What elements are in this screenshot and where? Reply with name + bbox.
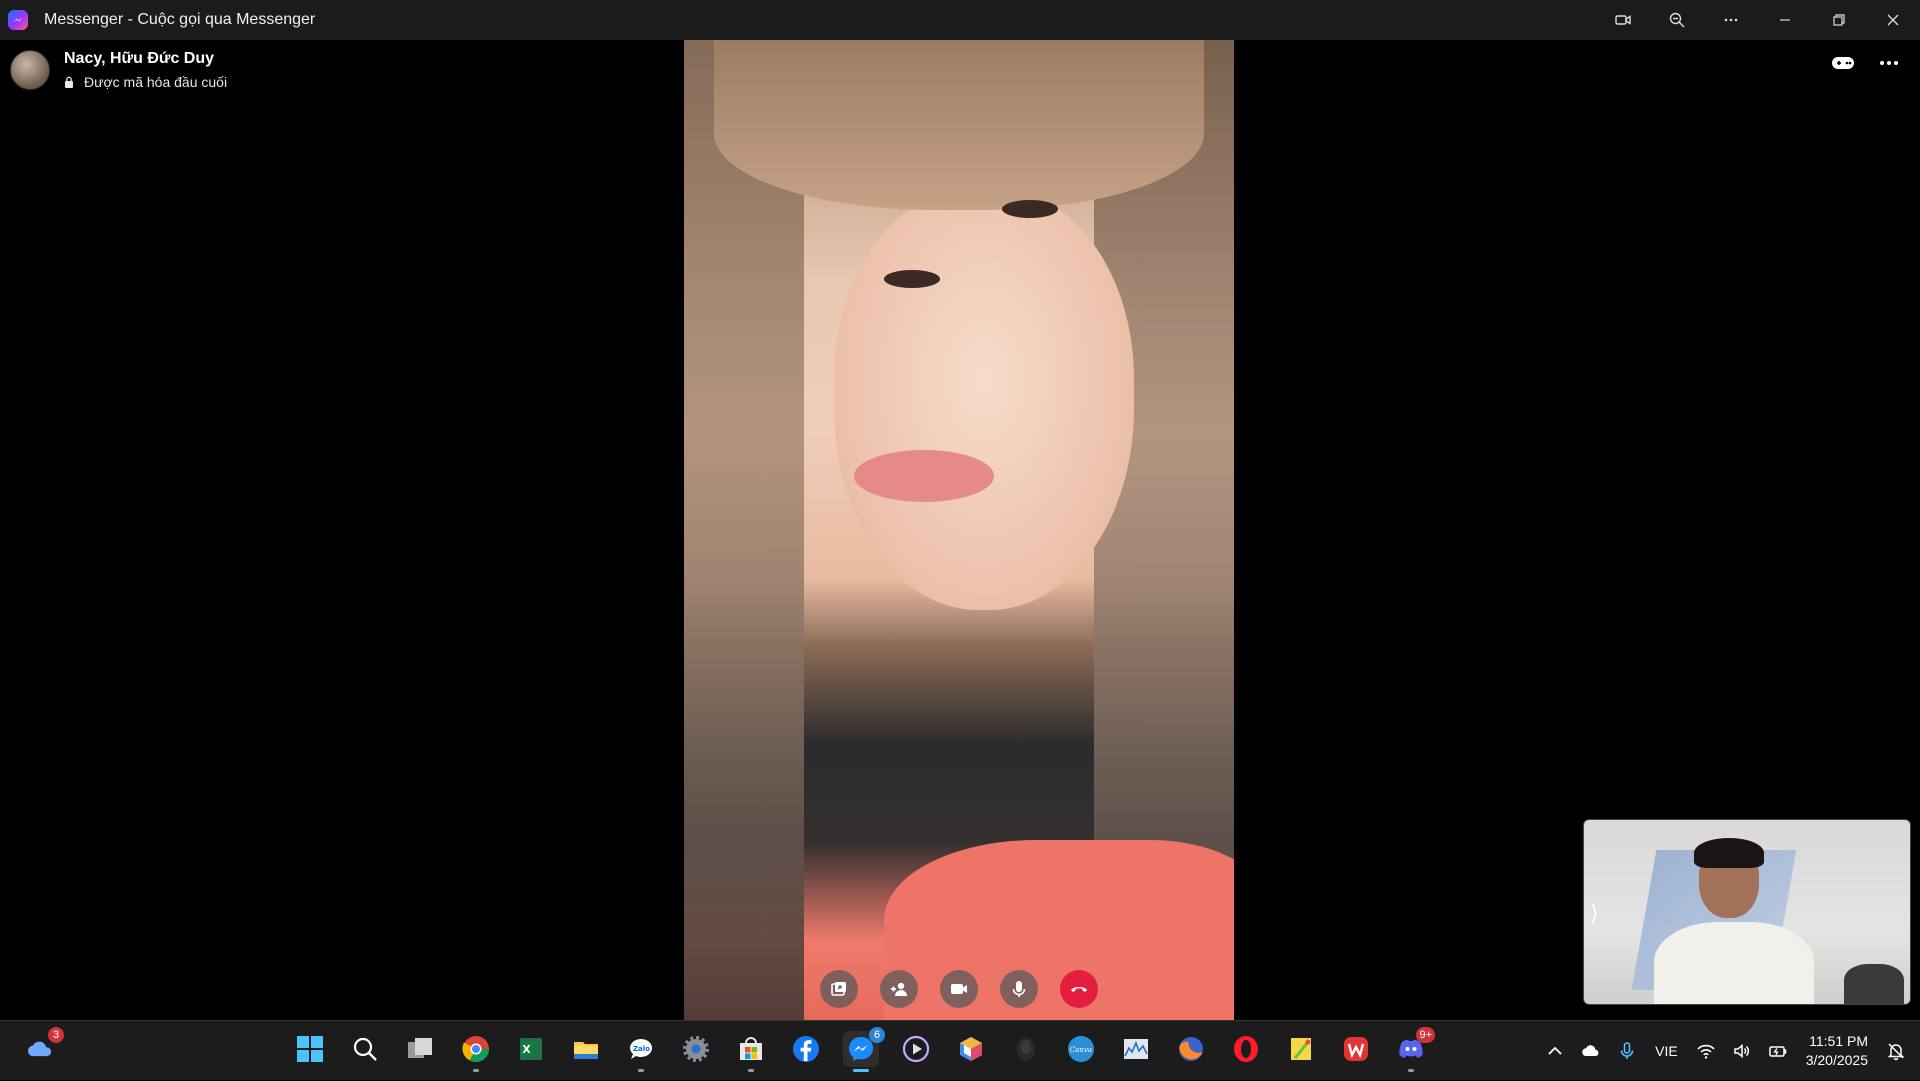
zalo-icon: Zalo (630, 1038, 652, 1059)
share-screen-button[interactable] (820, 970, 858, 1008)
chrome-taskbar-icon[interactable] (458, 1031, 494, 1072)
excel-taskbar-icon[interactable]: X (513, 1031, 549, 1067)
more-options-icon[interactable] (1704, 0, 1758, 40)
camera-button[interactable] (940, 970, 978, 1008)
firefox-taskbar-icon[interactable] (1173, 1031, 1209, 1067)
settings-taskbar-icon[interactable] (678, 1031, 714, 1067)
play-icon (902, 1035, 930, 1063)
store-icon (740, 1037, 762, 1060)
excel-icon: X (520, 1038, 542, 1060)
screen-share-icon (831, 982, 846, 996)
caller-name: Nacy, Hữu Đức Duy (64, 50, 215, 67)
video-camera-icon[interactable] (1596, 0, 1650, 40)
restore-button[interactable] (1812, 0, 1866, 40)
onedrive-icon[interactable] (1581, 1041, 1601, 1061)
notification-badge: 6 (869, 1027, 885, 1043)
discord-taskbar-icon[interactable]: 9+ (1393, 1027, 1435, 1072)
notification-bell-icon[interactable] (1886, 1041, 1906, 1061)
svg-text:Canva: Canva (1070, 1046, 1092, 1054)
clock-time: 11:51 PM (1809, 1033, 1868, 1049)
chevron-up-icon[interactable] (1545, 1041, 1565, 1061)
call-area: Nacy, Hữu Đức Duy Được mã hóa đầu cuối ⟩ (0, 40, 1920, 1020)
canva-taskbar-icon[interactable]: Canva (1063, 1031, 1099, 1067)
task-view-button[interactable] (402, 1031, 438, 1067)
phone-hangup-icon (1071, 987, 1087, 992)
windows-start-button[interactable] (292, 1031, 328, 1067)
app-icon (1017, 1037, 1035, 1061)
notification-badge: 9+ (1416, 1027, 1435, 1043)
end-call-button[interactable] (1060, 970, 1098, 1008)
microphone-icon (1012, 981, 1026, 997)
encryption-status: Được mã hóa đầu cuối (84, 74, 228, 90)
task-view-icon (408, 1038, 432, 1058)
add-person-icon (891, 982, 907, 996)
microphone-button[interactable] (1000, 970, 1038, 1008)
windows-logo-icon (297, 1036, 323, 1062)
zoom-out-icon[interactable] (1650, 0, 1704, 40)
folder-icon (574, 1042, 598, 1059)
zalo-taskbar-icon[interactable]: Zalo (623, 1031, 659, 1072)
collapse-chevron-icon[interactable]: ⟩ (1590, 900, 1599, 926)
opera-icon (1234, 1036, 1258, 1062)
chart-icon (1124, 1039, 1148, 1059)
clock-date: 3/20/2025 (1805, 1052, 1868, 1068)
microsoft-store-taskbar-icon[interactable] (733, 1031, 769, 1072)
self-video-preview[interactable]: ⟩ (1583, 819, 1911, 1005)
chrome-icon (462, 1036, 489, 1062)
canva-icon: Canva (1068, 1036, 1094, 1062)
system-tray: VIE 11:51 PM 3/20/2025 (1537, 1021, 1920, 1081)
resource-monitor-taskbar-icon[interactable] (1118, 1031, 1154, 1067)
remote-video (684, 40, 1234, 1020)
messenger-taskbar-icon[interactable]: 6 (843, 1027, 885, 1072)
microphone-icon[interactable] (1617, 1041, 1637, 1061)
language-indicator[interactable]: VIE (1655, 1043, 1678, 1059)
wps-office-taskbar-icon[interactable] (1338, 1031, 1374, 1067)
dark-app-taskbar-icon[interactable] (1008, 1031, 1044, 1067)
file-explorer-taskbar-icon[interactable] (568, 1031, 604, 1067)
cube-app-taskbar-icon[interactable] (953, 1031, 989, 1067)
gamepad-icon[interactable] (1830, 50, 1856, 81)
gear-icon (683, 1036, 709, 1062)
volume-icon[interactable] (1732, 1041, 1752, 1061)
taskbar: 3 X Zalo 6 Canva 9+ VIE 11:51 PM 3/20/20… (0, 1020, 1920, 1080)
sticky-app-taskbar-icon[interactable] (1283, 1031, 1319, 1067)
search-button[interactable] (347, 1031, 383, 1067)
clock[interactable]: 11:51 PM 3/20/2025 (1806, 1032, 1868, 1070)
media-player-taskbar-icon[interactable] (898, 1031, 934, 1067)
cube-icon (960, 1037, 982, 1061)
svg-text:X: X (522, 1043, 531, 1056)
firefox-icon (1179, 1037, 1203, 1061)
more-options-icon[interactable] (1876, 50, 1902, 81)
caller-info: Nacy, Hữu Đức Duy Được mã hóa đầu cuối (10, 50, 227, 90)
window-title: Messenger - Cuộc gọi qua Messenger (44, 11, 316, 28)
weather-widget[interactable]: 3 (22, 1027, 64, 1067)
avatar[interactable] (10, 50, 50, 90)
opera-taskbar-icon[interactable] (1228, 1031, 1264, 1067)
battery-icon[interactable] (1768, 1041, 1788, 1061)
sticky-notes-icon (1291, 1038, 1311, 1060)
minimize-button[interactable] (1758, 0, 1812, 40)
video-camera-icon (951, 984, 967, 994)
facebook-taskbar-icon[interactable] (788, 1031, 824, 1067)
messenger-app-icon (8, 10, 28, 30)
close-button[interactable] (1866, 0, 1920, 40)
search-icon (353, 1037, 377, 1061)
wps-icon (1344, 1037, 1368, 1061)
wifi-icon[interactable] (1696, 1041, 1716, 1061)
add-person-button[interactable] (880, 970, 918, 1008)
title-bar: Messenger - Cuộc gọi qua Messenger (0, 0, 1920, 40)
svg-text:Zalo: Zalo (633, 1045, 650, 1053)
notification-badge: 3 (48, 1027, 64, 1043)
lock-icon (65, 76, 73, 88)
facebook-icon (793, 1036, 819, 1062)
